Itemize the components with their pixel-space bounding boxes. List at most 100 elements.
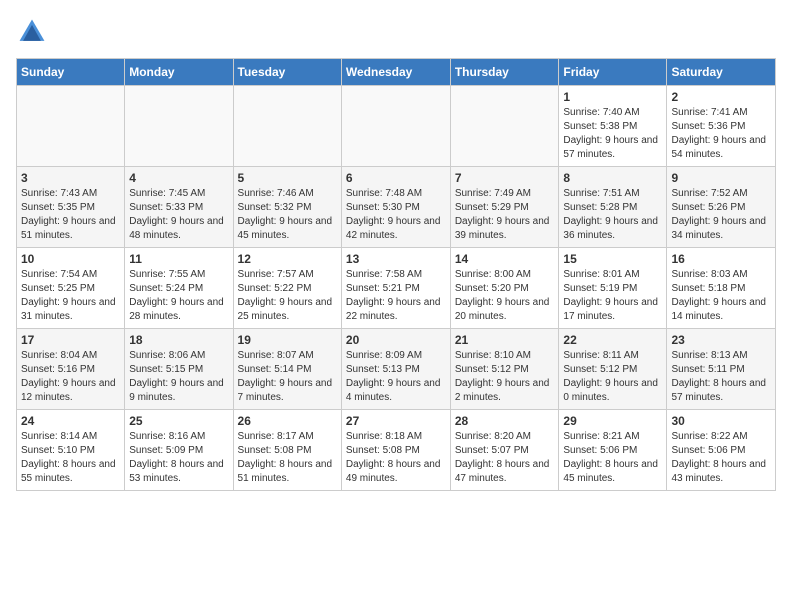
day-info: Sunrise: 7:52 AM Sunset: 5:26 PM Dayligh… — [671, 187, 771, 243]
day-info: Sunrise: 7:45 AM Sunset: 5:33 PM Dayligh… — [129, 187, 228, 243]
day-number: 15 — [563, 252, 662, 266]
calendar-cell-21: 21 Sunrise: 8:10 AM Sunset: 5:12 PM Dayli… — [450, 329, 559, 410]
calendar-cell-empty — [125, 86, 233, 167]
calendar-cell-2: 2 Sunrise: 7:41 AM Sunset: 5:36 PM Daylig… — [667, 86, 776, 167]
day-number: 21 — [455, 333, 555, 347]
day-info: Sunrise: 8:03 AM Sunset: 5:18 PM Dayligh… — [671, 268, 771, 324]
day-info: Sunrise: 7:57 AM Sunset: 5:22 PM Dayligh… — [238, 268, 337, 324]
calendar-cell-19: 19Sunrise: 8:07 AM Sunset: 5:14 PM Dayli… — [233, 329, 341, 410]
day-info: Sunrise: 8:09 AM Sunset: 5:13 PM Dayligh… — [346, 349, 446, 405]
day-info: Sunrise: 8:10 AM Sunset: 5:12 PM Dayligh… — [455, 349, 555, 405]
day-info: Sunrise: 8:04 AM Sunset: 5:16 PM Dayligh… — [21, 349, 120, 405]
weekday-header-wednesday: Wednesday — [341, 59, 450, 86]
day-info: Sunrise: 8:20 AM Sunset: 5:07 PM Dayligh… — [455, 430, 555, 486]
day-number: 25 — [129, 414, 228, 428]
day-number: 2 — [671, 90, 771, 104]
calendar-cell-24: 24 Sunrise: 8:14 AM Sunset: 5:10 PM Dayli… — [17, 410, 125, 491]
day-info: Sunrise: 8:21 AM Sunset: 5:06 PM Dayligh… — [563, 430, 662, 486]
day-info: Sunrise: 7:49 AM Sunset: 5:29 PM Dayligh… — [455, 187, 555, 243]
day-number: 24 — [21, 414, 120, 428]
calendar-cell-15: 15 Sunrise: 8:01 AM Sunset: 5:19 PM Dayli… — [559, 248, 667, 329]
calendar-cell-empty — [450, 86, 559, 167]
day-number: 19 — [238, 333, 337, 347]
day-info: Sunrise: 7:48 AM Sunset: 5:30 PM Dayligh… — [346, 187, 446, 243]
day-info: Sunrise: 7:54 AM Sunset: 5:25 PM Dayligh… — [21, 268, 120, 324]
day-number: 23 — [671, 333, 771, 347]
calendar-cell-8: 8 Sunrise: 7:51 AM Sunset: 5:28 PM Daylig… — [559, 167, 667, 248]
header — [16, 16, 776, 48]
day-info: Sunrise: 8:22 AM Sunset: 5:06 PM Dayligh… — [671, 430, 771, 486]
day-info: Sunrise: 7:40 AM Sunset: 5:38 PM Dayligh… — [563, 106, 662, 162]
calendar-row-1: 1 Sunrise: 7:40 AM Sunset: 5:38 PM Daylig… — [17, 86, 776, 167]
calendar-cell-4: 4 Sunrise: 7:45 AM Sunset: 5:33 PM Daylig… — [125, 167, 233, 248]
day-number: 6 — [346, 171, 446, 185]
day-number: 9 — [671, 171, 771, 185]
day-info: Sunrise: 7:58 AM Sunset: 5:21 PM Dayligh… — [346, 268, 446, 324]
weekday-header-row: SundayMondayTuesdayWednesdayThursdayFrid… — [17, 59, 776, 86]
day-number: 30 — [671, 414, 771, 428]
calendar-cell-6: 6 Sunrise: 7:48 AM Sunset: 5:30 PM Daylig… — [341, 167, 450, 248]
calendar-cell-23: 23 Sunrise: 8:13 AM Sunset: 5:11 PM Dayli… — [667, 329, 776, 410]
day-info: Sunrise: 8:01 AM Sunset: 5:19 PM Dayligh… — [563, 268, 662, 324]
weekday-header-friday: Friday — [559, 59, 667, 86]
day-info: Sunrise: 7:41 AM Sunset: 5:36 PM Dayligh… — [671, 106, 771, 162]
calendar-cell-3: 3 Sunrise: 7:43 AM Sunset: 5:35 PM Daylig… — [17, 167, 125, 248]
calendar-cell-empty — [17, 86, 125, 167]
calendar-cell-16: 16 Sunrise: 8:03 AM Sunset: 5:18 PM Dayli… — [667, 248, 776, 329]
day-info: Sunrise: 8:00 AM Sunset: 5:20 PM Dayligh… — [455, 268, 555, 324]
weekday-header-sunday: Sunday — [17, 59, 125, 86]
calendar: SundayMondayTuesdayWednesdayThursdayFrid… — [16, 58, 776, 491]
day-info: Sunrise: 7:55 AM Sunset: 5:24 PM Dayligh… — [129, 268, 228, 324]
day-info: Sunrise: 7:51 AM Sunset: 5:28 PM Dayligh… — [563, 187, 662, 243]
weekday-header-tuesday: Tuesday — [233, 59, 341, 86]
calendar-cell-22: 22Sunrise: 8:11 AM Sunset: 5:12 PM Dayli… — [559, 329, 667, 410]
calendar-cell-17: 17Sunrise: 8:04 AM Sunset: 5:16 PM Dayli… — [17, 329, 125, 410]
day-number: 1 — [563, 90, 662, 104]
calendar-cell-7: 7 Sunrise: 7:49 AM Sunset: 5:29 PM Daylig… — [450, 167, 559, 248]
day-number: 4 — [129, 171, 228, 185]
day-number: 27 — [346, 414, 446, 428]
day-number: 16 — [671, 252, 771, 266]
weekday-header-thursday: Thursday — [450, 59, 559, 86]
calendar-cell-13: 13 Sunrise: 7:58 AM Sunset: 5:21 PM Dayli… — [341, 248, 450, 329]
day-number: 28 — [455, 414, 555, 428]
calendar-cell-26: 26 Sunrise: 8:17 AM Sunset: 5:08 PM Dayli… — [233, 410, 341, 491]
day-number: 26 — [238, 414, 337, 428]
calendar-cell-10: 10 Sunrise: 7:54 AM Sunset: 5:25 PM Dayli… — [17, 248, 125, 329]
calendar-cell-14: 14 Sunrise: 8:00 AM Sunset: 5:20 PM Dayli… — [450, 248, 559, 329]
day-number: 29 — [563, 414, 662, 428]
calendar-cell-empty — [233, 86, 341, 167]
calendar-cell-28: 28 Sunrise: 8:20 AM Sunset: 5:07 PM Dayli… — [450, 410, 559, 491]
day-number: 3 — [21, 171, 120, 185]
calendar-cell-1: 1 Sunrise: 7:40 AM Sunset: 5:38 PM Daylig… — [559, 86, 667, 167]
logo — [16, 16, 54, 48]
calendar-cell-27: 27 Sunrise: 8:18 AM Sunset: 5:08 PM Dayli… — [341, 410, 450, 491]
day-info: Sunrise: 7:43 AM Sunset: 5:35 PM Dayligh… — [21, 187, 120, 243]
day-number: 8 — [563, 171, 662, 185]
calendar-cell-12: 12 Sunrise: 7:57 AM Sunset: 5:22 PM Dayli… — [233, 248, 341, 329]
day-number: 13 — [346, 252, 446, 266]
calendar-cell-18: 18Sunrise: 8:06 AM Sunset: 5:15 PM Dayli… — [125, 329, 233, 410]
day-info: Sunrise: 8:16 AM Sunset: 5:09 PM Dayligh… — [129, 430, 228, 486]
calendar-cell-20: 20 Sunrise: 8:09 AM Sunset: 5:13 PM Dayli… — [341, 329, 450, 410]
day-number: 20 — [346, 333, 446, 347]
day-info: Sunrise: 8:17 AM Sunset: 5:08 PM Dayligh… — [238, 430, 337, 486]
calendar-row-2: 3 Sunrise: 7:43 AM Sunset: 5:35 PM Daylig… — [17, 167, 776, 248]
calendar-cell-9: 9 Sunrise: 7:52 AM Sunset: 5:26 PM Daylig… — [667, 167, 776, 248]
day-number: 10 — [21, 252, 120, 266]
day-info: Sunrise: 8:14 AM Sunset: 5:10 PM Dayligh… — [21, 430, 120, 486]
day-number: 5 — [238, 171, 337, 185]
day-number: 7 — [455, 171, 555, 185]
logo-icon — [16, 16, 48, 48]
day-number: 12 — [238, 252, 337, 266]
calendar-cell-empty — [341, 86, 450, 167]
weekday-header-monday: Monday — [125, 59, 233, 86]
day-number: 22 — [563, 333, 662, 347]
day-info: Sunrise: 8:13 AM Sunset: 5:11 PM Dayligh… — [671, 349, 771, 405]
day-number: 11 — [129, 252, 228, 266]
day-number: 14 — [455, 252, 555, 266]
day-info: Sunrise: 7:46 AM Sunset: 5:32 PM Dayligh… — [238, 187, 337, 243]
calendar-cell-30: 30 Sunrise: 8:22 AM Sunset: 5:06 PM Dayli… — [667, 410, 776, 491]
day-info: Sunrise: 8:06 AM Sunset: 5:15 PM Dayligh… — [129, 349, 228, 405]
day-info: Sunrise: 8:18 AM Sunset: 5:08 PM Dayligh… — [346, 430, 446, 486]
